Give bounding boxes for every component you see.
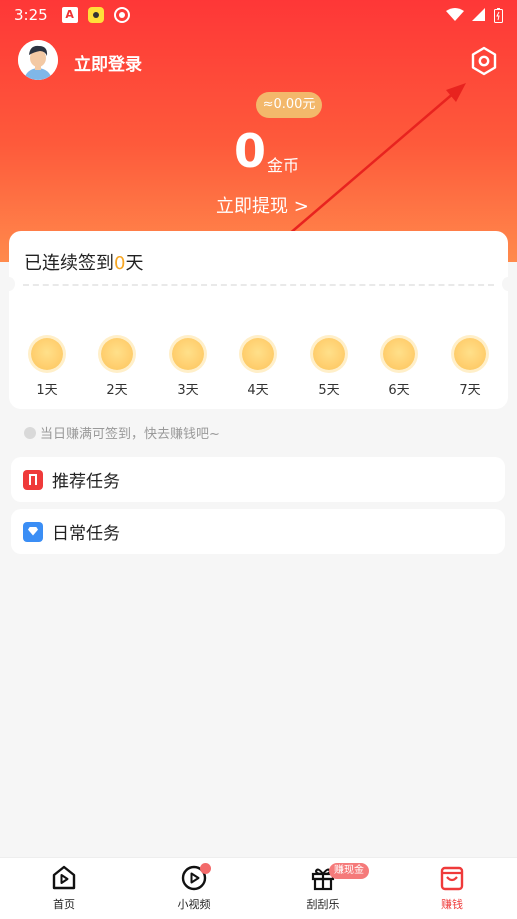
coin-unit-label: 金币 — [267, 156, 300, 175]
signin-title: 已连续签到0天 — [24, 253, 144, 274]
avatar-illustration — [18, 40, 58, 80]
signin-days: 1天 2天 3天 4天 5天 6天 7天 — [9, 338, 508, 398]
signal-icon — [472, 8, 485, 21]
signin-count: 0 — [114, 253, 126, 274]
coin-icon — [242, 338, 274, 370]
notification-a-icon: A — [61, 7, 78, 23]
earn-cash-badge: 赚现金 — [329, 863, 369, 879]
new-content-dot — [200, 863, 211, 874]
wallet-bag-icon — [440, 866, 464, 891]
coin-balance: 0 — [234, 124, 267, 178]
withdraw-link[interactable]: 立即提现 > — [216, 192, 309, 218]
card-notch-right — [502, 277, 514, 291]
recommended-tasks-row[interactable]: 推荐任务 — [11, 457, 505, 502]
notification-app-icon — [87, 7, 104, 23]
login-link[interactable]: 立即登录 — [74, 50, 142, 75]
settings-button[interactable] — [468, 45, 500, 77]
signin-card: 已连续签到0天 1天 2天 3天 4天 5天 6天 7天 — [3, 231, 514, 409]
wifi-icon — [446, 8, 464, 21]
signin-day[interactable]: 1天 — [22, 338, 72, 398]
notification-circle-icon — [113, 7, 130, 23]
coin-icon — [383, 338, 415, 370]
tab-home[interactable]: 首页 — [29, 864, 99, 912]
signin-day[interactable]: 3天 — [163, 338, 213, 398]
bookmark-icon — [23, 469, 43, 490]
coin-icon — [454, 338, 486, 370]
status-time: 3:25 — [14, 6, 48, 24]
daily-tasks-row[interactable]: 日常任务 — [11, 509, 505, 554]
home-play-icon — [52, 865, 76, 890]
signin-day[interactable]: 7天 — [445, 338, 495, 398]
card-notch-left — [3, 277, 15, 291]
signin-day[interactable]: 2天 — [92, 338, 142, 398]
cash-equivalent-badge: ≈0.00元 — [256, 92, 322, 118]
coin-icon — [31, 338, 63, 370]
coin-icon — [313, 338, 345, 370]
coin-icon — [172, 338, 204, 370]
signin-day[interactable]: 6天 — [374, 338, 424, 398]
tab-earn[interactable]: 赚钱 — [417, 864, 487, 912]
signin-day[interactable]: 5天 — [304, 338, 354, 398]
status-bar: 3:25 A — [0, 0, 517, 30]
signin-tip: 当日赚满可签到，快去赚钱吧~ — [24, 423, 220, 442]
bottom-tab-bar: 首页 小视频 赚现金 刮刮乐 赚钱 — [0, 857, 517, 919]
battery-icon — [494, 7, 503, 23]
info-icon — [24, 426, 36, 439]
coin-icon — [101, 338, 133, 370]
tab-short-video[interactable]: 小视频 — [159, 863, 229, 912]
card-divider — [23, 284, 494, 286]
avatar[interactable] — [18, 40, 58, 80]
signin-day[interactable]: 4天 — [233, 338, 283, 398]
settings-hexagon-icon — [471, 46, 497, 76]
tab-scratch[interactable]: 赚现金 刮刮乐 — [288, 863, 369, 912]
diamond-icon — [23, 521, 43, 542]
